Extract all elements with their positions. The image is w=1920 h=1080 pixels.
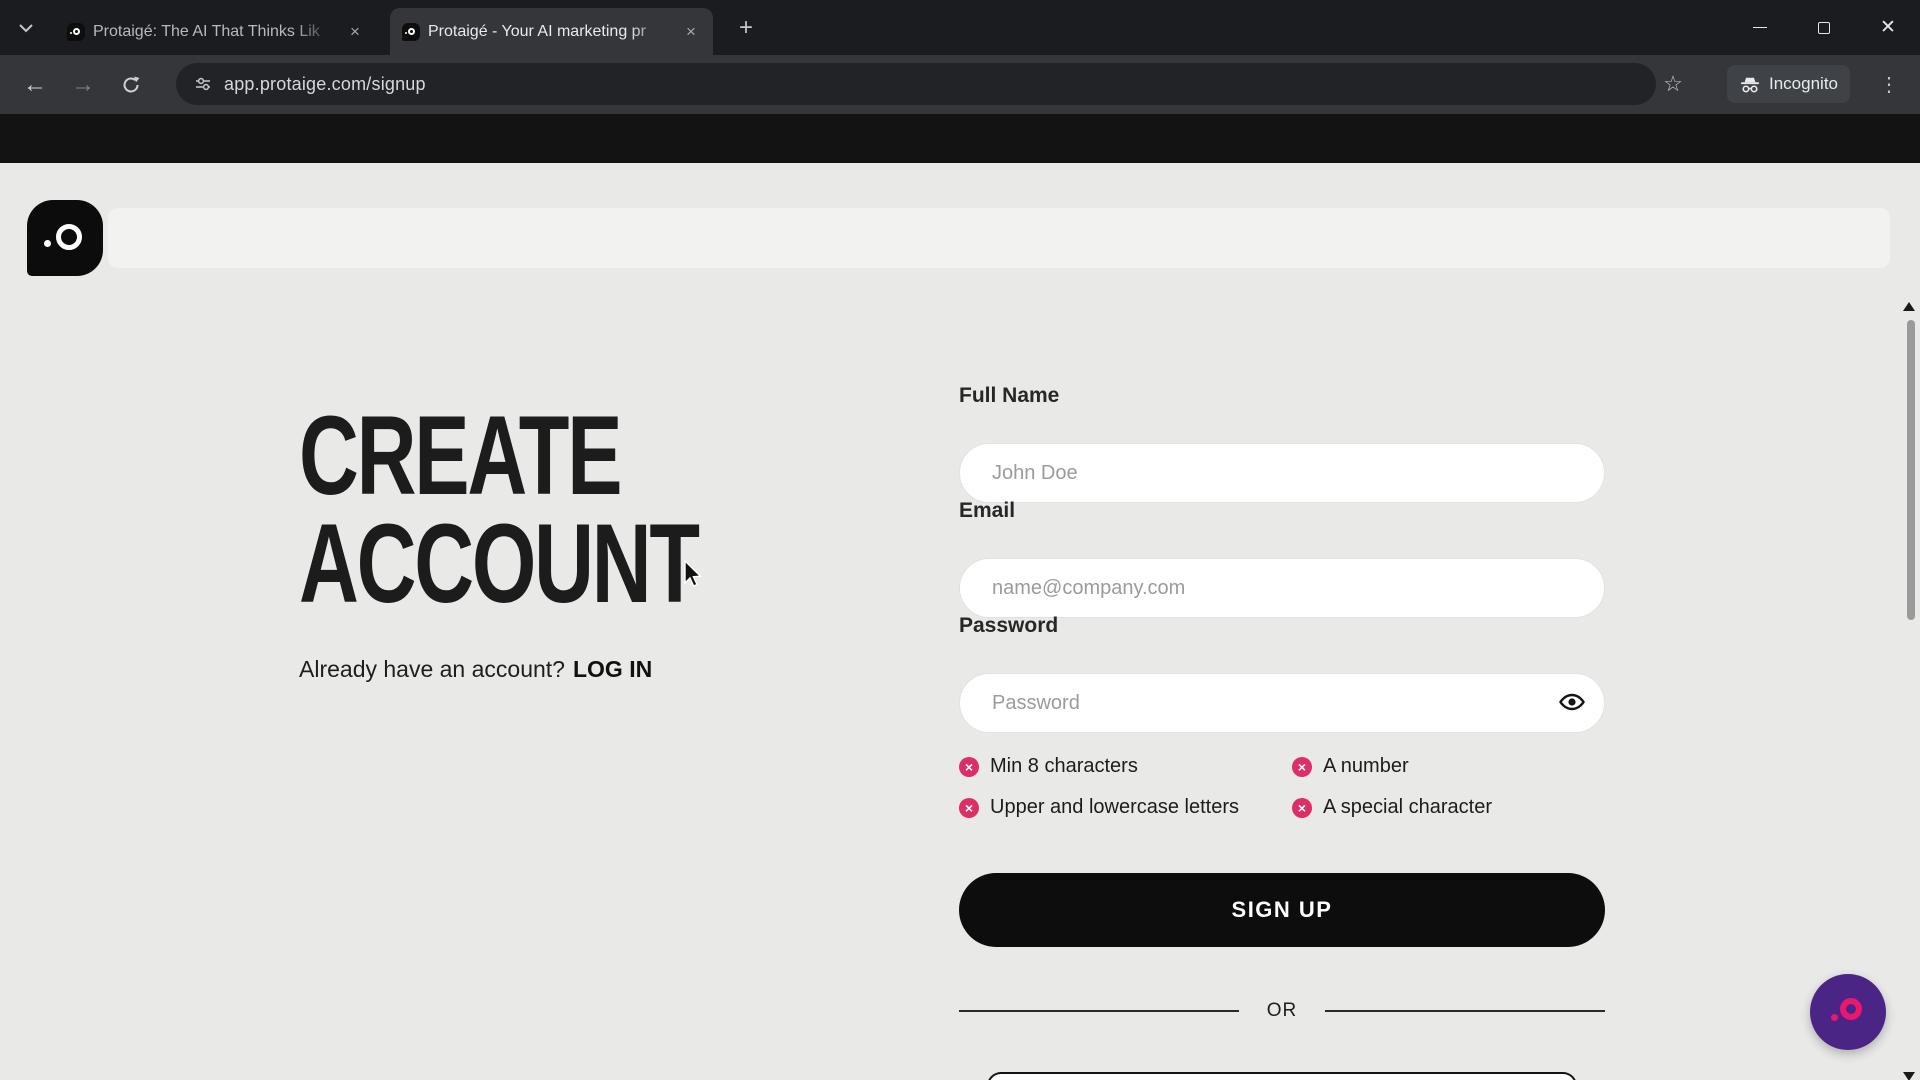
requirement-item: × Upper and lowercase letters — [959, 796, 1292, 819]
requirement-fail-icon: × — [959, 798, 979, 818]
requirement-item: × Min 8 characters — [959, 755, 1292, 778]
chevron-down-icon — [19, 24, 33, 33]
address-bar[interactable]: app.protaige.com/signup — [176, 63, 1656, 105]
signup-page: CREATE ACCOUNT Already have an account? L… — [0, 114, 1920, 1080]
reload-button[interactable] — [112, 66, 150, 104]
email-input[interactable] — [959, 558, 1605, 618]
window-minimize-button[interactable] — [1728, 0, 1792, 55]
chat-logo-ring — [1840, 998, 1862, 1020]
window-controls: ✕ — [1728, 0, 1920, 55]
or-divider: OR — [959, 1000, 1605, 1022]
password-field-wrap — [959, 673, 1605, 733]
tab-close-icon[interactable]: × — [345, 22, 365, 42]
requirement-fail-icon: × — [1292, 798, 1312, 818]
signup-form: Full Name Email Password — [959, 114, 1605, 1080]
requirement-label: A special character — [1323, 796, 1492, 819]
browser-window: Protaigé: The AI That Thinks Lik × Prota… — [0, 0, 1920, 1080]
requirement-fail-icon: × — [1292, 757, 1312, 777]
protaige-favicon — [67, 23, 85, 41]
password-requirements: × Min 8 characters × A number × Upper an… — [959, 755, 1605, 819]
divider-line — [1325, 1010, 1605, 1012]
login-prompt-text: Already have an account? — [299, 656, 565, 682]
requirement-item: × A special character — [1292, 796, 1605, 819]
browser-toolbar: ← → app.protaige.com/signup ☆ — [0, 55, 1920, 114]
new-tab-button[interactable]: + — [730, 12, 762, 44]
tab-search-chevron-button[interactable] — [8, 10, 44, 46]
tab-title: Protaigé: The AI That Thinks Lik — [93, 23, 337, 41]
logo-dot — [44, 240, 51, 247]
browser-tab-inactive[interactable]: Protaigé: The AI That Thinks Lik × — [55, 8, 377, 55]
reload-icon — [121, 75, 141, 95]
chat-logo-dot — [1831, 1014, 1838, 1021]
back-button[interactable]: ← — [16, 66, 54, 104]
divider-label: OR — [1267, 1000, 1298, 1022]
requirement-label: A number — [1323, 755, 1409, 778]
divider-line — [959, 1010, 1239, 1012]
window-close-button[interactable]: ✕ — [1856, 0, 1920, 55]
page-title-line1: CREATE — [299, 402, 698, 510]
requirement-fail-icon: × — [959, 757, 979, 777]
page-title: CREATE ACCOUNT — [299, 402, 698, 618]
tab-bar: Protaigé: The AI That Thinks Lik × Prota… — [0, 0, 1920, 55]
password-input[interactable] — [959, 673, 1605, 733]
url-text: app.protaige.com/signup — [224, 74, 426, 95]
requirement-label: Upper and lowercase letters — [990, 796, 1239, 819]
logo-ring — [56, 224, 82, 250]
incognito-label: Incognito — [1769, 74, 1838, 94]
window-maximize-button[interactable] — [1792, 0, 1856, 55]
tab-title: Protaigé - Your AI marketing pr — [428, 23, 673, 41]
requirement-label: Min 8 characters — [990, 755, 1138, 778]
forward-button[interactable]: → — [64, 66, 102, 104]
incognito-icon — [1739, 75, 1761, 93]
protaige-logo[interactable] — [27, 200, 103, 276]
social-signup-button-partial[interactable] — [987, 1072, 1577, 1080]
sign-up-button[interactable]: SIGN UP — [959, 873, 1605, 947]
full-name-field-wrap — [959, 443, 1605, 503]
password-label: Password — [959, 614, 1058, 638]
browser-tab-active[interactable]: Protaigé - Your AI marketing pr × — [390, 8, 713, 55]
full-name-label: Full Name — [959, 384, 1059, 408]
bookmark-star-button[interactable]: ☆ — [1656, 67, 1690, 101]
show-password-button[interactable] — [1557, 688, 1587, 718]
login-link[interactable]: LOG IN — [573, 656, 652, 682]
tab-close-icon[interactable]: × — [681, 22, 701, 42]
email-label: Email — [959, 499, 1015, 523]
requirement-item: × A number — [1292, 755, 1605, 778]
chat-widget-button[interactable] — [1810, 974, 1886, 1050]
scrollbar-thumb[interactable] — [1907, 320, 1915, 620]
minimize-icon — [1753, 27, 1767, 29]
site-settings-icon — [194, 75, 212, 93]
email-field-wrap — [959, 558, 1605, 618]
eye-icon — [1558, 691, 1586, 713]
page-title-line2: ACCOUNT — [299, 510, 698, 618]
scrollbar-up-arrow[interactable] — [1903, 302, 1915, 311]
incognito-badge: Incognito — [1727, 65, 1850, 103]
maximize-icon — [1818, 22, 1830, 34]
full-name-input[interactable] — [959, 443, 1605, 503]
scrollbar-down-arrow[interactable] — [1903, 1072, 1915, 1080]
browser-menu-button[interactable]: ⋮ — [1872, 67, 1906, 101]
login-prompt: Already have an account? LOG IN — [299, 656, 652, 683]
protaige-favicon — [402, 23, 420, 41]
